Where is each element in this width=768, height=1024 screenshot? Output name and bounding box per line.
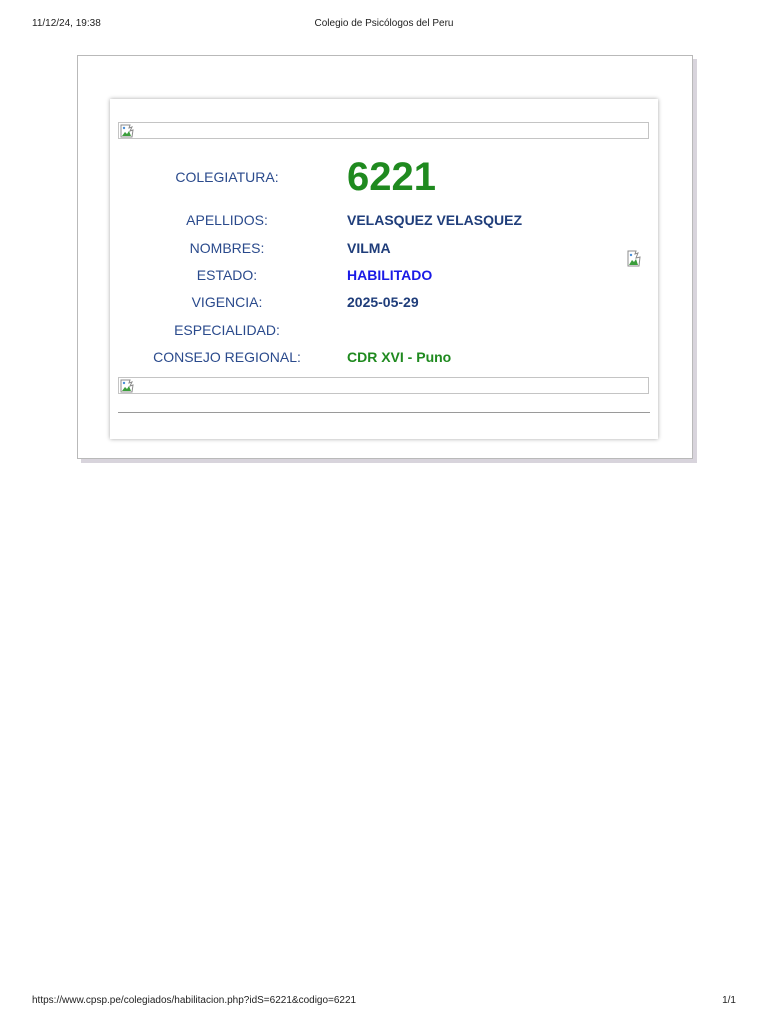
print-page: 11/12/24, 19:38 Colegio de Psicólogos de… bbox=[0, 0, 768, 1024]
broken-image-icon bbox=[120, 379, 134, 393]
nombres-value: VILMA bbox=[347, 240, 391, 256]
colegiatura-label: COLEGIATURA: bbox=[175, 169, 279, 185]
print-page-number: 1/1 bbox=[722, 995, 736, 1006]
apellidos-label: APELLIDOS: bbox=[186, 212, 268, 228]
colegiatura-number: 6221 bbox=[347, 155, 436, 199]
nombres-label: NOMBRES: bbox=[189, 240, 265, 256]
apellidos-value: VELASQUEZ VELASQUEZ bbox=[347, 212, 523, 228]
print-url: https://www.cpsp.pe/colegiados/habilitac… bbox=[32, 995, 357, 1006]
broken-image-icon bbox=[120, 124, 134, 138]
divider bbox=[118, 412, 650, 413]
estado-label: ESTADO: bbox=[196, 267, 258, 283]
footer-banner-image bbox=[118, 377, 649, 394]
print-page-title: Colegio de Psicólogos del Peru bbox=[314, 18, 454, 29]
habilitacion-card: COLEGIATURA: 6221 APELLIDOS: VELASQUEZ V… bbox=[110, 99, 658, 439]
consejo-regional-label: CONSEJO REGIONAL: bbox=[153, 349, 301, 365]
estado-value: HABILITADO bbox=[347, 267, 433, 283]
vigencia-value: 2025-05-29 bbox=[347, 294, 419, 310]
vigencia-label: VIGENCIA: bbox=[191, 294, 263, 310]
consejo-regional-value: CDR XVI - Puno bbox=[347, 349, 452, 365]
especialidad-label: ESPECIALIDAD: bbox=[174, 322, 280, 338]
broken-image-icon bbox=[627, 250, 641, 267]
header-banner-image bbox=[118, 122, 649, 139]
